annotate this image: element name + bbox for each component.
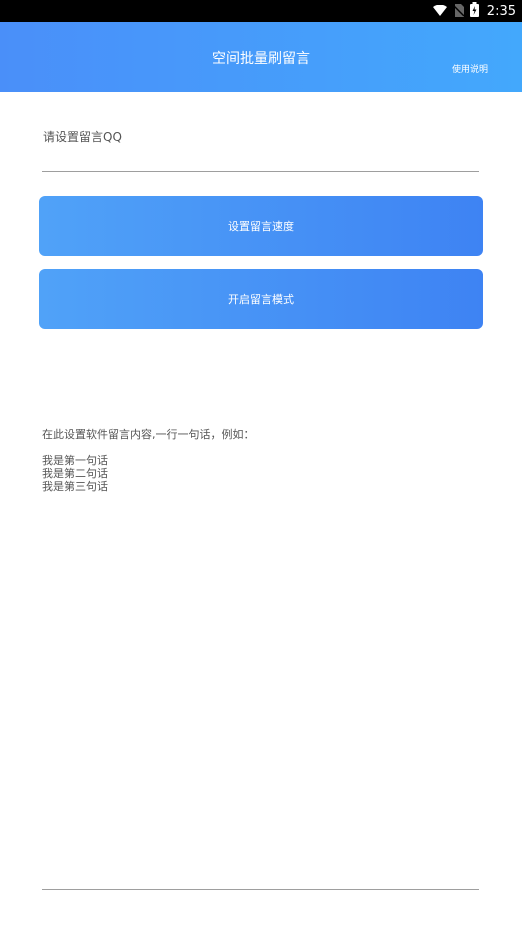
message-content-input[interactable]: 在此设置软件留言内容,一行一句话，例如： 我是第一句话 我是第二句话 我是第三句… (42, 428, 479, 890)
status-icons: 2:35 (432, 0, 516, 22)
start-mode-button[interactable]: 开启留言模式 (39, 269, 483, 329)
content-hint: 在此设置软件留言内容,一行一句话，例如： (42, 428, 255, 441)
qq-input-label: 请设置留言QQ (43, 130, 122, 144)
no-sim-icon (452, 2, 465, 21)
qq-input[interactable] (42, 146, 479, 172)
example-line: 我是第一句话 (42, 454, 108, 467)
set-speed-button[interactable]: 设置留言速度 (39, 196, 483, 256)
wifi-icon (432, 2, 447, 21)
status-time: 2:35 (486, 3, 516, 19)
help-link[interactable]: 使用说明 (452, 62, 488, 75)
app-bar: 空间批量刷留言 使用说明 (0, 22, 522, 92)
status-bar: 2:35 (0, 0, 522, 22)
example-line: 我是第三句话 (42, 480, 108, 493)
battery-charging-icon (469, 1, 479, 21)
example-line: 我是第二句话 (42, 467, 108, 480)
page-title: 空间批量刷留言 (212, 51, 310, 67)
